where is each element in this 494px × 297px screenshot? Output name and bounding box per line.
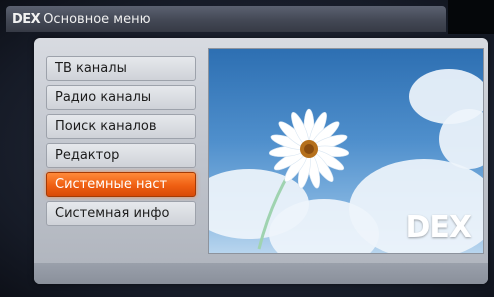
title-bar: DEX Основное меню (6, 6, 446, 32)
preview-picture: DEX (208, 48, 484, 254)
menu-item-radio-channels[interactable]: Радио каналы (46, 85, 196, 110)
menu-item-system-info[interactable]: Системная инфо (46, 201, 196, 226)
menu-item-editor[interactable]: Редактор (46, 143, 196, 168)
main-menu: ТВ каналы Радио каналы Поиск каналов Ред… (46, 56, 196, 226)
menu-item-tv-channels[interactable]: ТВ каналы (46, 56, 196, 81)
dex-logo: DEX (405, 210, 472, 245)
screen-corner (448, 0, 494, 34)
menu-item-system-settings[interactable]: Системные наст (46, 172, 196, 197)
panel-footer (34, 263, 488, 284)
menu-item-channel-search[interactable]: Поиск каналов (46, 114, 196, 139)
page-title: Основное меню (43, 11, 151, 27)
brand-logo: DEX (12, 11, 41, 27)
